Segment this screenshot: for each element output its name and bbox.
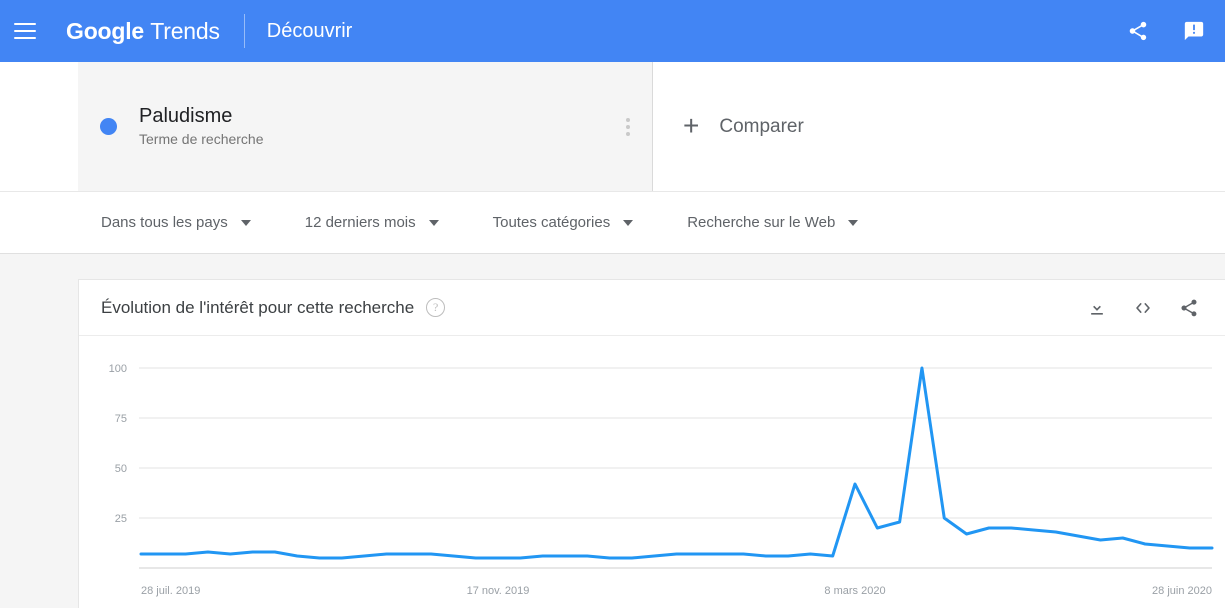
- filter-category[interactable]: Toutes catégories: [493, 214, 634, 231]
- terms-left-gutter: [0, 62, 78, 191]
- compare-button[interactable]: + Comparer: [653, 62, 1225, 191]
- y-axis-tick-label: 50: [115, 463, 127, 475]
- search-term-texts: Paludisme Terme de recherche: [139, 105, 264, 147]
- menu-dot: [626, 124, 630, 129]
- filter-country-label: Dans tous les pays: [101, 214, 228, 231]
- filter-timerange[interactable]: 12 derniers mois: [305, 214, 439, 231]
- search-terms-row: Paludisme Terme de recherche + Comparer: [0, 62, 1225, 192]
- filter-search-type[interactable]: Recherche sur le Web: [687, 214, 859, 231]
- filter-timerange-label: 12 derniers mois: [304, 214, 416, 231]
- share-icon[interactable]: [1123, 16, 1153, 46]
- x-axis-tick-label: 28 juil. 2019: [141, 585, 200, 597]
- chart-title: Évolution de l'intérêt pour cette recher…: [101, 297, 415, 317]
- chevron-down-icon: [428, 219, 439, 226]
- header-actions: [1123, 16, 1209, 46]
- trend-line-series[interactable]: [139, 366, 1214, 560]
- feedback-icon[interactable]: [1179, 16, 1209, 46]
- series-color-dot: [100, 118, 117, 135]
- x-axis-tick-label: 17 nov. 2019: [467, 585, 530, 597]
- filter-country[interactable]: Dans tous les pays: [101, 214, 251, 231]
- chart-header: Évolution de l'intérêt pour cette recher…: [79, 280, 1225, 336]
- chart-plot-area[interactable]: 100 75 50 25 28 juil. 2019 17 nov. 2019 8 mars…: [79, 336, 1225, 608]
- x-axis-tick-label: 8 mars 2020: [824, 585, 885, 597]
- menu-dot: [626, 131, 630, 136]
- menu-dot: [626, 117, 630, 122]
- y-axis-tick-label: 100: [109, 363, 127, 375]
- x-axis-tick-label: 28 juin 2020: [1152, 585, 1212, 597]
- y-axis-tick-label: 25: [115, 513, 127, 525]
- google-trends-logo[interactable]: Google Trends: [66, 18, 220, 45]
- search-term-subtitle: Terme de recherche: [139, 131, 264, 148]
- filter-category-label: Toutes catégories: [492, 214, 611, 231]
- search-term-title: Paludisme: [139, 105, 233, 128]
- interest-over-time-line-chart[interactable]: 100 75 50 25 28 juil. 2019 17 nov. 2019 8 mars…: [79, 336, 1225, 608]
- hamburger-menu-icon[interactable]: [14, 17, 42, 45]
- filter-bar: Dans tous les pays 12 derniers mois Tout…: [0, 192, 1225, 254]
- y-axis-tick-label: 75: [115, 413, 127, 425]
- app-header: Google Trends Découvrir: [0, 0, 1225, 62]
- chevron-down-icon: [240, 219, 251, 226]
- brand-google: Google: [66, 17, 145, 44]
- hamburger-line: [14, 23, 36, 25]
- help-icon[interactable]: ?: [426, 298, 446, 317]
- plus-icon: +: [683, 109, 700, 141]
- search-term-card[interactable]: Paludisme Terme de recherche: [78, 62, 653, 191]
- share-icon[interactable]: [1177, 296, 1201, 320]
- hamburger-line: [14, 37, 36, 39]
- chevron-down-icon: [848, 219, 859, 226]
- hamburger-line: [14, 30, 36, 32]
- header-divider: [243, 14, 245, 48]
- page-body: Évolution de l'intérêt pour cette recher…: [0, 254, 1225, 608]
- download-icon[interactable]: [1085, 296, 1109, 320]
- filter-search-type-label: Recherche sur le Web: [687, 214, 836, 231]
- chart-toolbar: [1085, 296, 1201, 320]
- embed-icon[interactable]: [1131, 296, 1155, 320]
- more-vertical-icon[interactable]: [622, 114, 634, 140]
- compare-label: Comparer: [719, 115, 804, 137]
- interest-over-time-card: Évolution de l'intérêt pour cette recher…: [78, 279, 1225, 608]
- chevron-down-icon: [623, 219, 634, 226]
- brand-trends: Trends: [150, 17, 220, 44]
- nav-decouvrir[interactable]: Découvrir: [267, 20, 353, 43]
